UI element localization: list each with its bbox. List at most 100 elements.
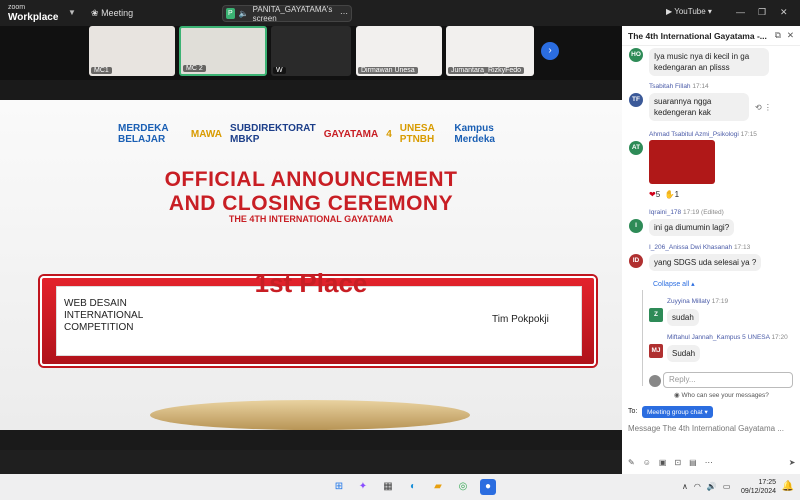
message-time: 17:13 xyxy=(733,244,751,251)
chevron-up-icon[interactable]: ∧ xyxy=(682,482,688,491)
chrome-icon[interactable]: ◎ xyxy=(455,479,471,495)
title-bar: zoom Workplace ▼ ❀ Meeting P 🔈 PANITA_GA… xyxy=(0,0,800,26)
wifi-icon[interactable]: ◠ xyxy=(694,482,701,491)
popout-icon[interactable]: ⧉ xyxy=(775,30,781,41)
sender-name: Iqraini_178 xyxy=(649,209,682,216)
gif-icon[interactable]: ▣ xyxy=(659,458,667,467)
recipient-dropdown[interactable]: Meeting group chat ▾ xyxy=(642,406,713,418)
chat-message: sudah xyxy=(667,309,699,326)
emoji-icon[interactable]: ☺ xyxy=(643,458,651,467)
chat-image[interactable] xyxy=(649,140,715,184)
speaker-icon: 🔈 xyxy=(238,9,249,18)
avatar: ID xyxy=(629,254,643,268)
task-view-icon[interactable]: ▦ xyxy=(380,479,396,495)
reply-icon[interactable]: ⟲ ⋮ xyxy=(755,103,772,112)
logo-unesa: UNESA PTNBH xyxy=(399,123,435,145)
competition-name: WEB DESAIN INTERNATIONAL COMPETITION xyxy=(64,298,143,333)
chat-title: The 4th International Gayatama -... xyxy=(628,30,767,41)
logo-fourth: 4 xyxy=(386,128,392,140)
avatar: TF xyxy=(629,93,643,107)
to-label: To: xyxy=(628,408,638,415)
privacy-link[interactable]: ◉ Who can see your messages? xyxy=(674,391,769,399)
more-icon[interactable]: ⋯ xyxy=(340,9,348,18)
screen-share-label: PANITA_GAYATAMA's screen xyxy=(252,4,333,23)
heart-count: 5 xyxy=(655,190,661,199)
time-label: 17:25 xyxy=(758,479,777,486)
participant-name: Jumantara_RizkyFedo xyxy=(448,67,525,74)
restore-icon[interactable]: ❐ xyxy=(758,7,766,18)
logo-mawa: MAWA xyxy=(190,128,223,140)
sender-name: Zuyyina Millaty xyxy=(667,298,710,305)
screen-share-indicator[interactable]: P 🔈 PANITA_GAYATAMA's screen ⋯ xyxy=(222,4,352,23)
logo-row: MERDEKA BELAJAR MAWA SUBDIREKTORAT MBKP … xyxy=(118,122,508,146)
notification-icon[interactable]: 🔔 xyxy=(780,479,796,495)
more-options-icon[interactable]: ⋯ xyxy=(705,458,713,467)
logo-merdeka-belajar: MERDEKA BELAJAR xyxy=(118,123,169,145)
participant-tile[interactable]: MC 2 xyxy=(179,26,267,76)
sender-name: I_206_Anissa Dwi Khasanah xyxy=(649,244,733,251)
presentation-slide: MERDEKA BELAJAR MAWA SUBDIREKTORAT MBKP … xyxy=(0,100,622,430)
start-icon[interactable]: ⊞ xyxy=(331,479,347,495)
chat-header: The 4th International Gayatama -... ⧉ ✕ xyxy=(622,26,800,46)
youtube-menu[interactable]: ▶ YouTube ▾ xyxy=(666,7,712,16)
avatar: AT xyxy=(629,141,643,155)
brand-line2: Workplace xyxy=(8,12,59,23)
meeting-label: Meeting xyxy=(101,8,134,18)
youtube-icon: ▶ xyxy=(666,7,673,16)
chevron-down-icon[interactable]: ▼ xyxy=(68,8,76,17)
participant-tile[interactable]: MC1 xyxy=(89,26,175,76)
battery-icon[interactable]: ▭ xyxy=(723,482,731,491)
slide-title-line1: OFFICIAL ANNOUNCEMENT xyxy=(164,168,458,191)
close-chat-icon[interactable]: ✕ xyxy=(787,30,794,41)
zoom-icon[interactable]: ● xyxy=(480,479,496,495)
chat-message: suarannya ngga kedengeran kak xyxy=(649,93,749,121)
shared-screen: MERDEKA BELAJAR MAWA SUBDIREKTORAT MBKP … xyxy=(0,80,622,450)
close-icon[interactable]: ✕ xyxy=(780,7,788,18)
thread-line xyxy=(642,290,643,386)
edge-icon[interactable]: ◐ xyxy=(405,479,421,495)
participant-strip: MC1 MC 2 W Dirmawan Unesa Jumantara_Rizk… xyxy=(0,26,622,80)
participant-name: Dirmawan Unesa xyxy=(358,67,418,74)
avatar: MJ xyxy=(649,344,663,358)
collapse-all-link[interactable]: Collapse all ▴ xyxy=(653,280,695,288)
format-icon[interactable]: ✎ xyxy=(628,458,635,467)
participant-tile[interactable]: Dirmawan Unesa xyxy=(356,26,442,76)
clock[interactable]: 17:25 09/12/2024 xyxy=(741,478,776,496)
volume-icon[interactable]: 🔊 xyxy=(707,482,717,491)
message-time: 17:14 xyxy=(692,83,709,90)
logo-kampus-merdeka: Kampus Merdeka xyxy=(454,123,495,145)
message-time: 17:15 xyxy=(740,131,757,138)
reply-input[interactable]: Reply... xyxy=(663,372,793,388)
file-explorer-icon[interactable]: ▰ xyxy=(430,479,446,495)
avatar: I xyxy=(629,219,643,233)
screenshot-icon[interactable]: ⊡ xyxy=(674,458,681,467)
minimize-icon[interactable]: — xyxy=(736,7,745,17)
place-label: 1st Place xyxy=(254,268,368,298)
sender-name: Tsabitah Fillah xyxy=(649,83,691,90)
avatar: HO xyxy=(629,48,643,62)
date-label: 09/12/2024 xyxy=(741,488,777,495)
participant-name: MC1 xyxy=(91,67,112,74)
participant-name: MC 2 xyxy=(183,65,206,72)
participant-tile[interactable]: Jumantara_RizkyFedo xyxy=(446,26,534,76)
next-page-button[interactable]: › xyxy=(541,42,559,60)
chat-message: ini ga diumumin lagi? xyxy=(649,219,735,236)
send-icon[interactable]: ➤ xyxy=(789,458,796,467)
team-name: Tim Pokpokji xyxy=(492,314,549,325)
youtube-label: YouTube xyxy=(674,7,706,16)
system-tray: ∧ ◠ 🔊 ▭ xyxy=(682,482,730,491)
eye-icon: ◉ xyxy=(674,392,680,399)
taskbar: ⊞ ✦ ▦ ◐ ▰ ◎ ● ∧ ◠ 🔊 ▭ 17:25 09/12/2024 🔔 xyxy=(0,474,800,500)
reactions[interactable]: ❤5 ✋1 xyxy=(649,190,679,199)
sender-name: Ahmad Tsabitul Azmi_Psikologi xyxy=(649,131,739,138)
participant-name: W xyxy=(273,67,286,74)
copilot-icon[interactable]: ✦ xyxy=(355,479,371,495)
chat-message: Iya music nya di kecil in ga kedengaran … xyxy=(649,48,769,76)
file-icon[interactable]: ▤ xyxy=(689,458,697,467)
message-time: 17:19 xyxy=(711,298,729,305)
message-input[interactable]: Message The 4th International Gayatama .… xyxy=(628,424,784,433)
zoom-brand: zoom Workplace xyxy=(8,3,58,23)
participant-tile[interactable]: W xyxy=(271,26,351,76)
meeting-menu[interactable]: ❀ Meeting xyxy=(91,8,133,19)
message-time: 17:19 (Edited) xyxy=(682,209,724,216)
